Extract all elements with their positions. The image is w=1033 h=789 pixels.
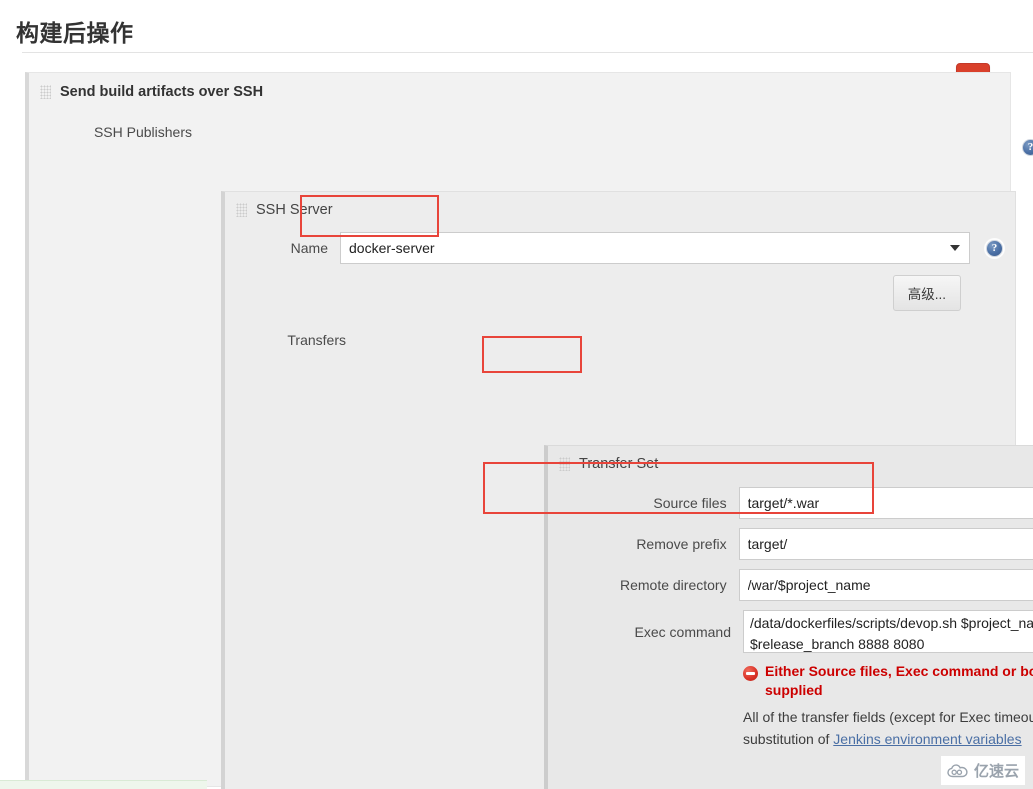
ssh-server-advanced-button[interactable]: 高级...: [893, 275, 961, 311]
ssh-server-block: SSH Server Name docker-server ? 高级... T: [221, 191, 1016, 789]
drag-handle-icon[interactable]: [40, 85, 51, 99]
block-header-transfer-set: Transfer Set: [548, 446, 1033, 472]
ssh-server-title: SSH Server: [256, 202, 333, 218]
remove-prefix-input[interactable]: [739, 528, 1033, 560]
validation-error-text: Either Source files, Exec command or bot…: [765, 662, 1033, 700]
block-title: Send build artifacts over SSH: [60, 84, 263, 100]
post-build-actions-panel: x ? Send build artifacts over SSH SSH Pu…: [22, 52, 1033, 789]
remove-prefix-label: Remove prefix: [548, 536, 739, 552]
error-icon: [743, 666, 758, 681]
block-header-ssh-server: SSH Server: [225, 192, 1015, 218]
drag-handle-icon[interactable]: [559, 457, 570, 471]
drag-handle-icon[interactable]: [236, 203, 247, 217]
source-files-input[interactable]: [739, 487, 1033, 519]
cloud-icon: [947, 764, 969, 778]
jenkins-env-vars-link[interactable]: Jenkins environment variables: [833, 731, 1021, 747]
exec-command-textarea[interactable]: /data/dockerfiles/scripts/devop.sh $proj…: [743, 610, 1033, 653]
page-title: 构建后操作: [0, 0, 1033, 52]
bottom-green-strip: [0, 780, 207, 789]
remote-directory-input[interactable]: [739, 569, 1033, 601]
ssh-server-name-select[interactable]: docker-server: [340, 232, 970, 264]
exec-command-label: Exec command: [548, 624, 743, 640]
name-label: Name: [225, 240, 340, 256]
ssh-server-name-select-wrap: docker-server: [340, 232, 970, 264]
remote-directory-label: Remote directory: [548, 577, 739, 593]
help-icon[interactable]: ?: [1022, 139, 1033, 156]
help-icon[interactable]: ?: [986, 240, 1003, 257]
watermark-text: 亿速云: [974, 760, 1019, 781]
send-build-artifacts-block: Send build artifacts over SSH SSH Publis…: [25, 72, 1011, 787]
validation-error: Either Source files, Exec command or bot…: [743, 662, 1033, 700]
transfer-hint: All of the transfer fields (except for E…: [743, 706, 1033, 750]
block-header-send-build-artifacts: Send build artifacts over SSH: [29, 73, 1010, 100]
watermark: 亿速云: [941, 756, 1025, 785]
transfer-set-title: Transfer Set: [579, 456, 658, 472]
transfers-label: Transfers: [225, 321, 358, 348]
transfer-set-block: Transfer Set Source files ? Remove prefi…: [544, 445, 1033, 789]
ssh-publishers-label: SSH Publishers: [29, 113, 204, 140]
source-files-label: Source files: [548, 495, 739, 511]
